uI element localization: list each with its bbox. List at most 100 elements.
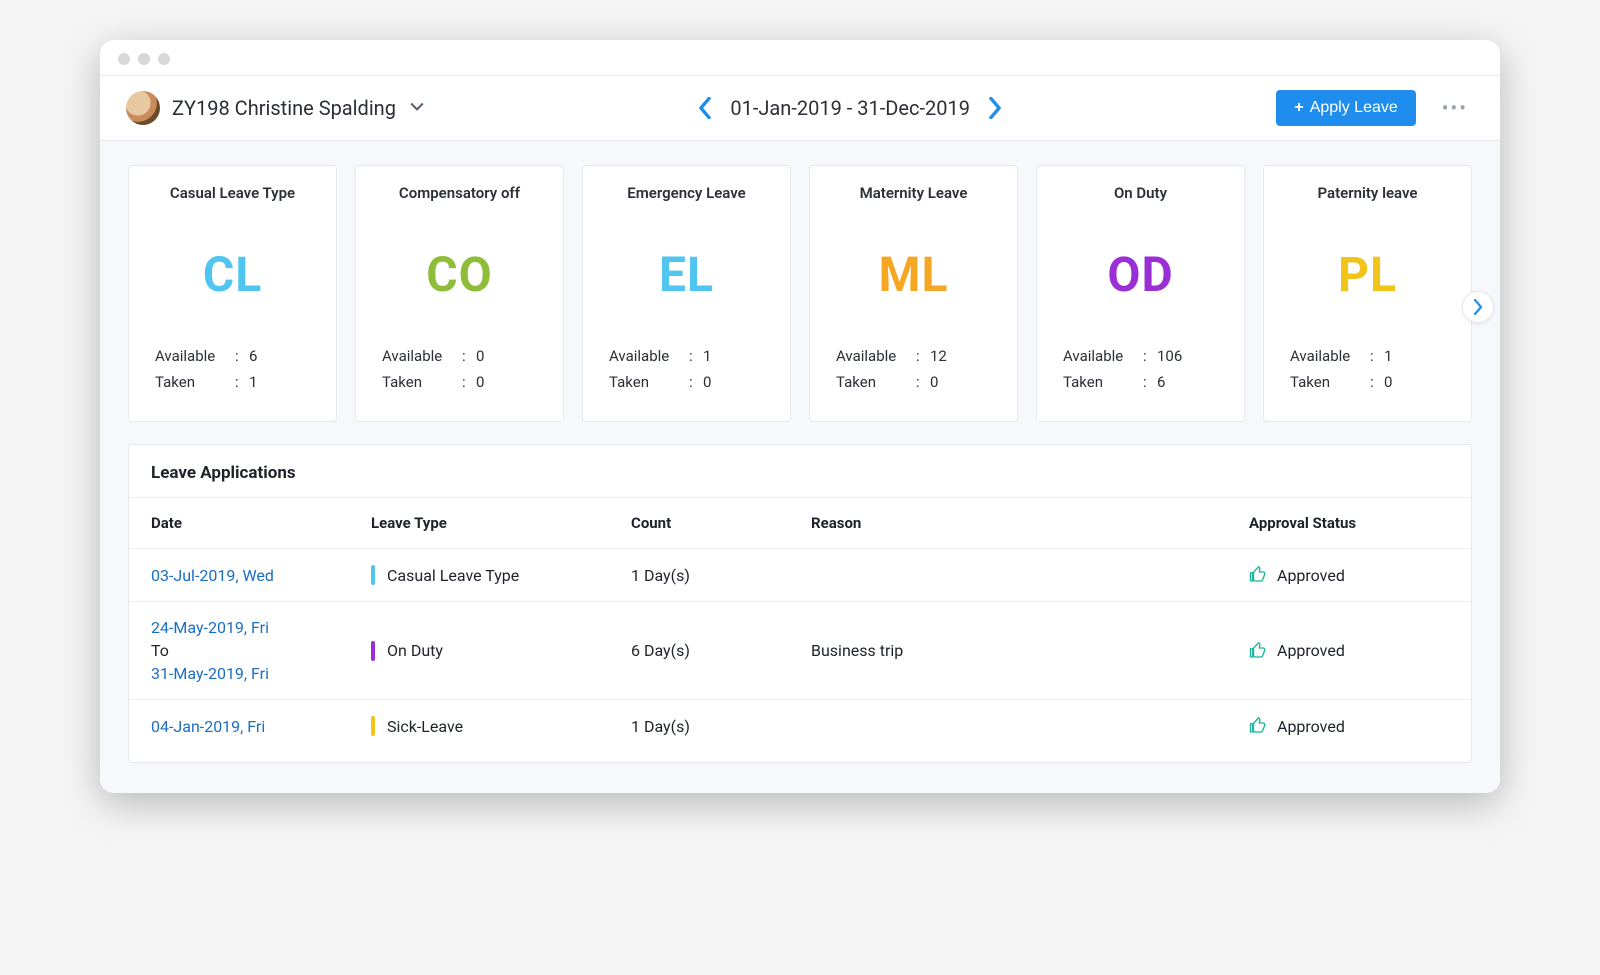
status-cell: Approved [1249,717,1345,736]
available-label: Available [609,347,689,365]
taken-value: 1 [249,373,257,391]
leave-type-abbr: PL [1282,246,1453,303]
leave-type-color-bar [371,565,375,585]
apply-leave-button[interactable]: + Apply Leave [1276,90,1415,126]
status-cell: Approved [1249,566,1345,585]
taken-value: 0 [476,373,484,391]
leave-type-title: Compensatory off [374,184,545,206]
count-cell: 6 Day(s) [631,641,811,660]
leave-type-name: Sick-Leave [387,717,463,736]
status-cell: Approved [1249,641,1345,660]
taken-value: 0 [930,373,938,391]
leave-type-card[interactable]: Emergency Leave EL Available : 1 Taken :… [582,165,791,422]
taken-label: Taken [836,373,916,391]
user-selector[interactable]: ZY198 Christine Spalding [126,91,424,125]
leave-type-card[interactable]: Paternity leave PL Available : 1 Taken :… [1263,165,1472,422]
leave-type-name: Casual Leave Type [387,566,519,585]
leave-applications-panel: Leave Applications Date Leave Type Count… [128,444,1472,763]
leave-type-stats: Available : 0 Taken : 0 [374,339,545,399]
date-range-text: 01-Jan-2019 - 31-Dec-2019 [730,96,970,120]
leave-type-card[interactable]: Compensatory off CO Available : 0 Taken … [355,165,564,422]
window-titlebar [100,40,1500,76]
leave-type-stats: Available : 1 Taken : 0 [1282,339,1453,399]
next-period-button[interactable] [988,97,1002,119]
leave-type-card[interactable]: Casual Leave Type CL Available : 6 Taken… [128,165,337,422]
table-row[interactable]: 03-Jul-2019, Wed Casual Leave Type 1 Day… [129,548,1471,601]
leave-type-title: Emergency Leave [601,184,772,206]
page-header: ZY198 Christine Spalding 01-Jan-2019 - 3… [100,76,1500,141]
taken-value: 0 [1384,373,1392,391]
prev-period-button[interactable] [698,97,712,119]
col-count: Count [631,514,811,532]
avatar [126,91,160,125]
app-window: ZY198 Christine Spalding 01-Jan-2019 - 3… [100,40,1500,793]
leave-type-abbr: CO [374,246,545,303]
reason-cell: Business trip [811,641,1249,660]
leave-type-abbr: CL [147,246,318,303]
available-label: Available [382,347,462,365]
leave-type-color-bar [371,716,375,736]
date-start-link[interactable]: 03-Jul-2019, Wed [151,566,274,585]
date-end-link[interactable]: 31-May-2019, Fri [151,664,371,683]
leave-type-stats: Available : 106 Taken : 6 [1055,339,1226,399]
date-range-nav: 01-Jan-2019 - 31-Dec-2019 [698,96,1002,120]
thumbs-up-icon [1249,566,1267,584]
user-name: ZY198 Christine Spalding [172,96,396,120]
taken-value: 0 [703,373,711,391]
available-value: 1 [703,347,711,365]
col-status: Approval Status [1249,514,1356,532]
leave-type-color-bar [371,641,375,661]
main-content: Casual Leave Type CL Available : 6 Taken… [100,141,1500,793]
leave-types-row: Casual Leave Type CL Available : 6 Taken… [128,165,1472,422]
count-cell: 1 Day(s) [631,717,811,736]
available-label: Available [836,347,916,365]
status-label: Approved [1277,717,1345,736]
leave-type-title: Casual Leave Type [147,184,318,206]
status-label: Approved [1277,641,1345,660]
col-date: Date [151,514,371,532]
count-cell: 1 Day(s) [631,566,811,585]
thumbs-up-icon [1249,642,1267,660]
leave-type-cell: Sick-Leave [371,716,631,736]
leave-type-abbr: OD [1055,246,1226,303]
thumbs-up-icon [1249,717,1267,735]
leave-type-card[interactable]: On Duty OD Available : 106 Taken : 6 [1036,165,1245,422]
leave-type-cell: Casual Leave Type [371,565,631,585]
available-label: Available [1290,347,1370,365]
table-row[interactable]: 04-Jan-2019, Fri Sick-Leave 1 Day(s) App… [129,699,1471,752]
leave-type-name: On Duty [387,641,443,660]
apply-leave-label: Apply Leave [1310,99,1398,117]
available-label: Available [1063,347,1143,365]
available-label: Available [155,347,235,365]
available-value: 6 [249,347,257,365]
leave-type-stats: Available : 1 Taken : 0 [601,339,772,399]
status-label: Approved [1277,566,1345,585]
leave-type-stats: Available : 6 Taken : 1 [147,339,318,399]
panel-title: Leave Applications [129,445,1471,497]
window-dot [118,53,130,65]
applications-table: Date Leave Type Count Reason Approval St… [129,497,1471,752]
scroll-next-button[interactable] [1462,291,1494,323]
leave-type-abbr: EL [601,246,772,303]
plus-icon: + [1294,99,1303,117]
taken-label: Taken [1290,373,1370,391]
date-start-link[interactable]: 24-May-2019, Fri [151,618,371,637]
col-reason: Reason [811,514,1249,532]
col-type: Leave Type [371,514,631,532]
table-row[interactable]: 24-May-2019, Fri To 31-May-2019, Fri On … [129,601,1471,699]
leave-type-stats: Available : 12 Taken : 0 [828,339,999,399]
taken-label: Taken [1063,373,1143,391]
date-start-link[interactable]: 04-Jan-2019, Fri [151,717,265,736]
more-menu-button[interactable]: ••• [1436,96,1474,120]
leave-type-abbr: ML [828,246,999,303]
taken-label: Taken [609,373,689,391]
date-to-label: To [151,641,371,660]
taken-value: 6 [1157,373,1165,391]
available-value: 0 [476,347,484,365]
available-value: 106 [1157,347,1182,365]
leave-type-card[interactable]: Maternity Leave ML Available : 12 Taken … [809,165,1018,422]
leave-type-cell: On Duty [371,641,631,661]
available-value: 1 [1384,347,1392,365]
window-dot [158,53,170,65]
chevron-down-icon [410,100,424,116]
